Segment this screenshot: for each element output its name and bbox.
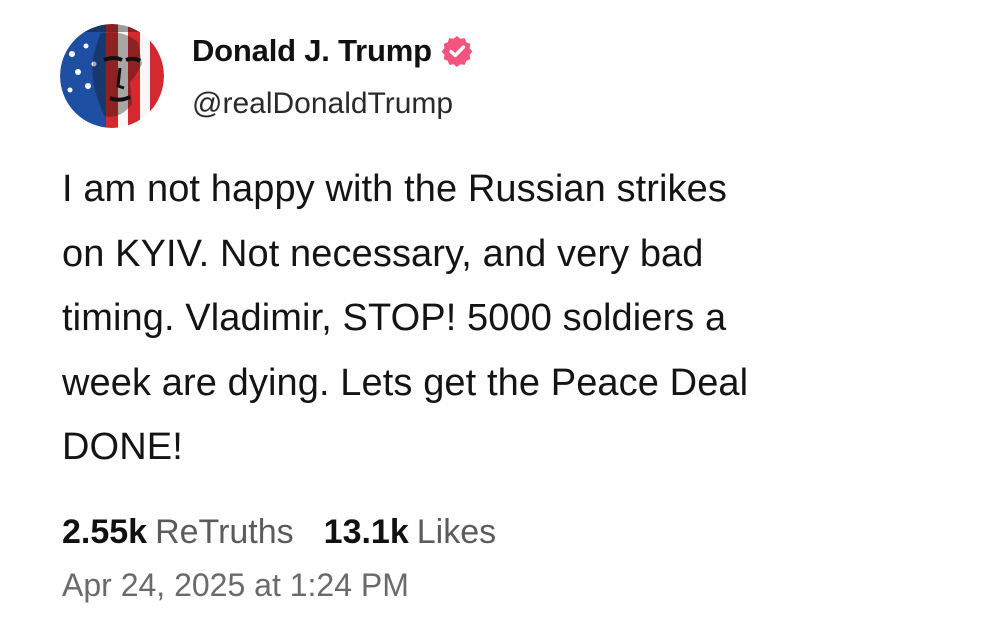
likes-stat[interactable]: 13.1k Likes — [324, 513, 496, 552]
retruths-label: ReTruths — [155, 513, 294, 551]
avatar[interactable] — [60, 24, 164, 128]
post-timestamp[interactable]: Apr 24, 2025 at 1:24 PM — [62, 567, 409, 604]
post-text-line: DONE! — [62, 426, 183, 468]
retruths-count: 2.55k — [62, 513, 148, 551]
truth-post: Donald J. Trump @realDonaldTrump I am no… — [0, 0, 1007, 638]
post-text-line: timing. Vladimir, STOP! 5000 soldiers a — [62, 297, 727, 339]
post-text-line: on KYIV. Not necessary, and very bad — [62, 232, 704, 275]
verified-badge-icon — [441, 35, 473, 67]
retruths-stat[interactable]: 2.55k ReTruths — [62, 513, 294, 552]
post-text-line: I am not happy with the Russian strikes — [62, 168, 727, 210]
likes-count: 13.1k — [323, 513, 409, 551]
author-name-text: Donald J. Trump — [192, 33, 432, 68]
post-body: I am not happy with the Russian strikes … — [62, 157, 962, 480]
flag-portrait-icon — [60, 24, 164, 128]
author-handle[interactable]: @realDonaldTrump — [192, 87, 453, 121]
engagement-stats: 2.55k ReTruths 13.1k Likes — [62, 513, 496, 552]
post-text-line: week are dying. Lets get the Peace Deal — [62, 361, 749, 404]
likes-label: Likes — [416, 513, 497, 551]
author-display-name[interactable]: Donald J. Trump — [192, 33, 473, 69]
